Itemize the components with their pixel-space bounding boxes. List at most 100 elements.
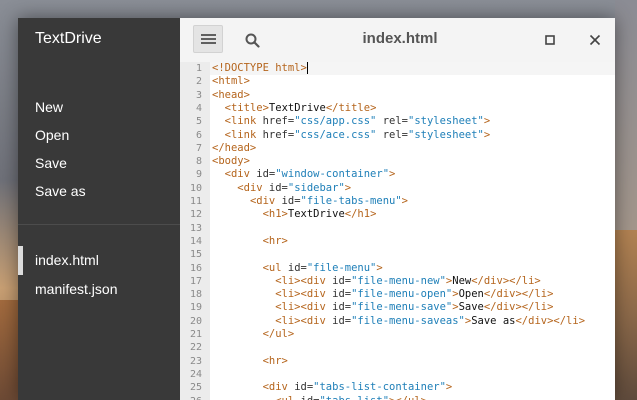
line-number: 20 [189,315,202,327]
code-text: </ul> [262,328,295,340]
code-line: 7 </head> [180,142,615,155]
menu-item-save[interactable]: Save [18,149,180,177]
code-text: <li><div id="file-menu-save">Save</div><… [275,301,554,314]
file-title: index.html [362,30,438,47]
file-menu: New Open Save Save as [18,93,180,205]
code-line: 16 <ul id="file-menu"> [180,262,615,275]
code-line: 25 <div id="tabs-list-container"> [180,381,615,394]
code-line: 19 <li><div id="file-menu-save">Save</di… [180,301,615,314]
file-tab-manifest-json[interactable]: manifest.json [18,275,180,304]
line-number: 26 [180,395,202,400]
code-text: <head> [212,88,250,101]
code-text: <body> [212,155,250,168]
maximize-button[interactable] [542,32,558,48]
line-number: 6 [195,129,202,141]
code-line: 6 <link href="css/ace.css" rel="styleshe… [180,129,615,142]
code-line: 9 <div id="window-container"> [180,168,615,181]
code-text: <li><div id="file-menu-open">Open</div><… [275,288,554,301]
code-line: 21 </ul> [180,328,615,341]
code-line: 14 <hr> [180,235,615,248]
code-line: 10 <div id="sidebar"> [180,182,615,195]
menu-button[interactable] [193,25,223,53]
code-line: 20 <li><div id="file-menu-saveas">Save a… [180,315,615,328]
code-text: <ul id="tabs-list"></ul> [212,395,427,400]
line-number: 25 [189,382,202,394]
app-title: TextDrive [35,30,102,47]
app-window: TextDrive New Open Save Save as index.ht… [18,18,615,400]
line-number: 17 [189,275,202,287]
code-line: 18 <li><div id="file-menu-open">Open</di… [180,288,615,301]
line-number: 21 [189,329,202,340]
close-button[interactable] [586,31,604,49]
maximize-icon [545,35,555,45]
code-line: 26 <ul id="tabs-list"></ul> [180,395,615,400]
line-number: 8 [195,156,202,168]
line-number: 23 [189,355,202,367]
line-number: 9 [195,169,202,181]
menu-item-save-as[interactable]: Save as [18,177,180,205]
code-line: 15 [180,248,615,261]
code-line: 3 <head> [180,89,615,102]
code-text: <hr> [262,234,288,247]
code-text: <div id="sidebar"> [237,181,352,194]
line-number: 24 [189,368,202,380]
line-number: 16 [189,262,202,274]
code-line: 24 [180,368,615,381]
desktop-background-rock [615,230,637,400]
code-text: <li><div id="file-menu-saveas">Save as</… [275,314,586,327]
code-text: <h1>TextDrive</h1> [262,208,377,221]
code-line: 1 <!DOCTYPE html> [180,62,615,75]
code-line: 2 <html> [180,75,615,88]
sidebar: TextDrive New Open Save Save as index.ht… [18,18,180,400]
code-text: <html> [212,75,250,88]
line-number: 5 [195,116,202,128]
code-text: <hr> [262,354,288,367]
code-text: </head> [212,141,257,154]
line-number: 13 [189,222,202,234]
code-text: <div id="file-tabs-menu"> [249,195,408,207]
code-text: <link href="css/app.css" rel="stylesheet… [224,115,491,128]
code-line: 5 <link href="css/app.css" rel="styleshe… [180,115,615,128]
menu-item-new[interactable]: New [18,93,180,121]
sidebar-divider [18,224,180,225]
line-number: 15 [189,249,202,261]
code-line: 13 [180,222,615,235]
line-number: 10 [189,182,202,194]
line-number: 7 [195,142,202,154]
code-line: 4 <title>TextDrive</title> [180,102,615,115]
code-line: 12 <h1>TextDrive</h1> [180,208,615,221]
code-text: <link href="css/ace.css" rel="stylesheet… [224,128,491,141]
file-tabs-list: index.html manifest.json [18,246,180,304]
file-tab-index-html[interactable]: index.html [18,246,180,275]
menu-item-open[interactable]: Open [18,121,180,149]
line-number: 11 [189,196,202,207]
search-icon [245,33,260,48]
code-text: <title>TextDrive</title> [224,101,377,114]
code-text: <div id="window-container"> [224,168,396,181]
code-line: 11 <div id="file-tabs-menu"> [180,195,615,208]
desktop-background-sky [615,0,637,230]
line-number: 18 [189,289,202,301]
close-icon [589,34,601,46]
code-line: 8 <body> [180,155,615,168]
code-line: 23 <hr> [180,355,615,368]
line-number: 2 [195,76,202,88]
line-number: 19 [189,302,202,314]
code-text: <!DOCTYPE html> [212,62,308,74]
line-number: 4 [195,102,202,114]
line-number: 14 [189,235,202,247]
code-text: <div id="tabs-list-container"> [262,381,453,394]
desktop-background-rock-left [0,300,20,400]
line-number: 22 [189,342,202,354]
titlebar: index.html [180,18,615,63]
code-text: <ul id="file-menu"> [262,261,383,274]
line-number: 1 [195,63,202,74]
code-text: <li><div id="file-menu-new">New</div></l… [275,274,541,287]
code-line: 22 [180,341,615,354]
text-cursor [306,62,308,74]
search-button[interactable] [242,30,264,52]
code-editor[interactable]: 1 <!DOCTYPE html> 2 <html> 3 <head> 4 <title>T… [180,62,615,400]
code-line: 17 <li><div id="file-menu-new">New</div>… [180,275,615,288]
line-number: 3 [195,89,202,101]
line-number: 12 [189,209,202,221]
